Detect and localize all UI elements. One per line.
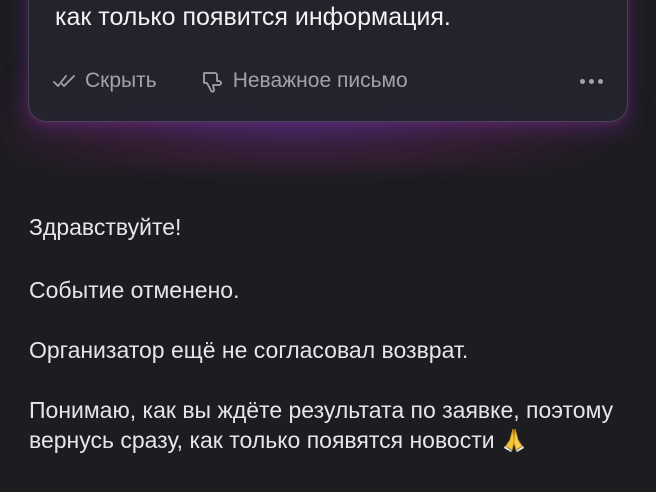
summary-actions: Скрыть Неважное письмо — [53, 63, 603, 99]
ai-summary-card: как только появится информация. Скрыть Н… — [28, 0, 628, 122]
refund-status-paragraph: Организатор ещё не согласовал возврат. — [29, 337, 469, 363]
double-check-icon — [53, 73, 77, 89]
unimportant-mail-label: Неважное письмо — [232, 69, 408, 92]
summary-text: как только появится информация. — [55, 3, 451, 31]
hide-label: Скрыть — [85, 69, 157, 92]
more-options-button[interactable] — [580, 75, 603, 88]
thumbs-down-icon — [201, 69, 225, 93]
follow-up-paragraph: Понимаю, как вы ждёте результата по заяв… — [29, 395, 629, 459]
folded-hands-icon — [501, 426, 527, 459]
hide-button[interactable]: Скрыть — [53, 69, 157, 93]
event-cancelled-paragraph: Событие отменено. — [29, 277, 240, 303]
more-horizontal-icon-dot — [589, 78, 594, 84]
unimportant-mail-button[interactable]: Неважное письмо — [201, 69, 408, 93]
greeting-paragraph: Здравствуйте! — [29, 214, 182, 240]
more-horizontal-icon-dot — [598, 78, 603, 84]
more-horizontal-icon — [580, 78, 585, 84]
